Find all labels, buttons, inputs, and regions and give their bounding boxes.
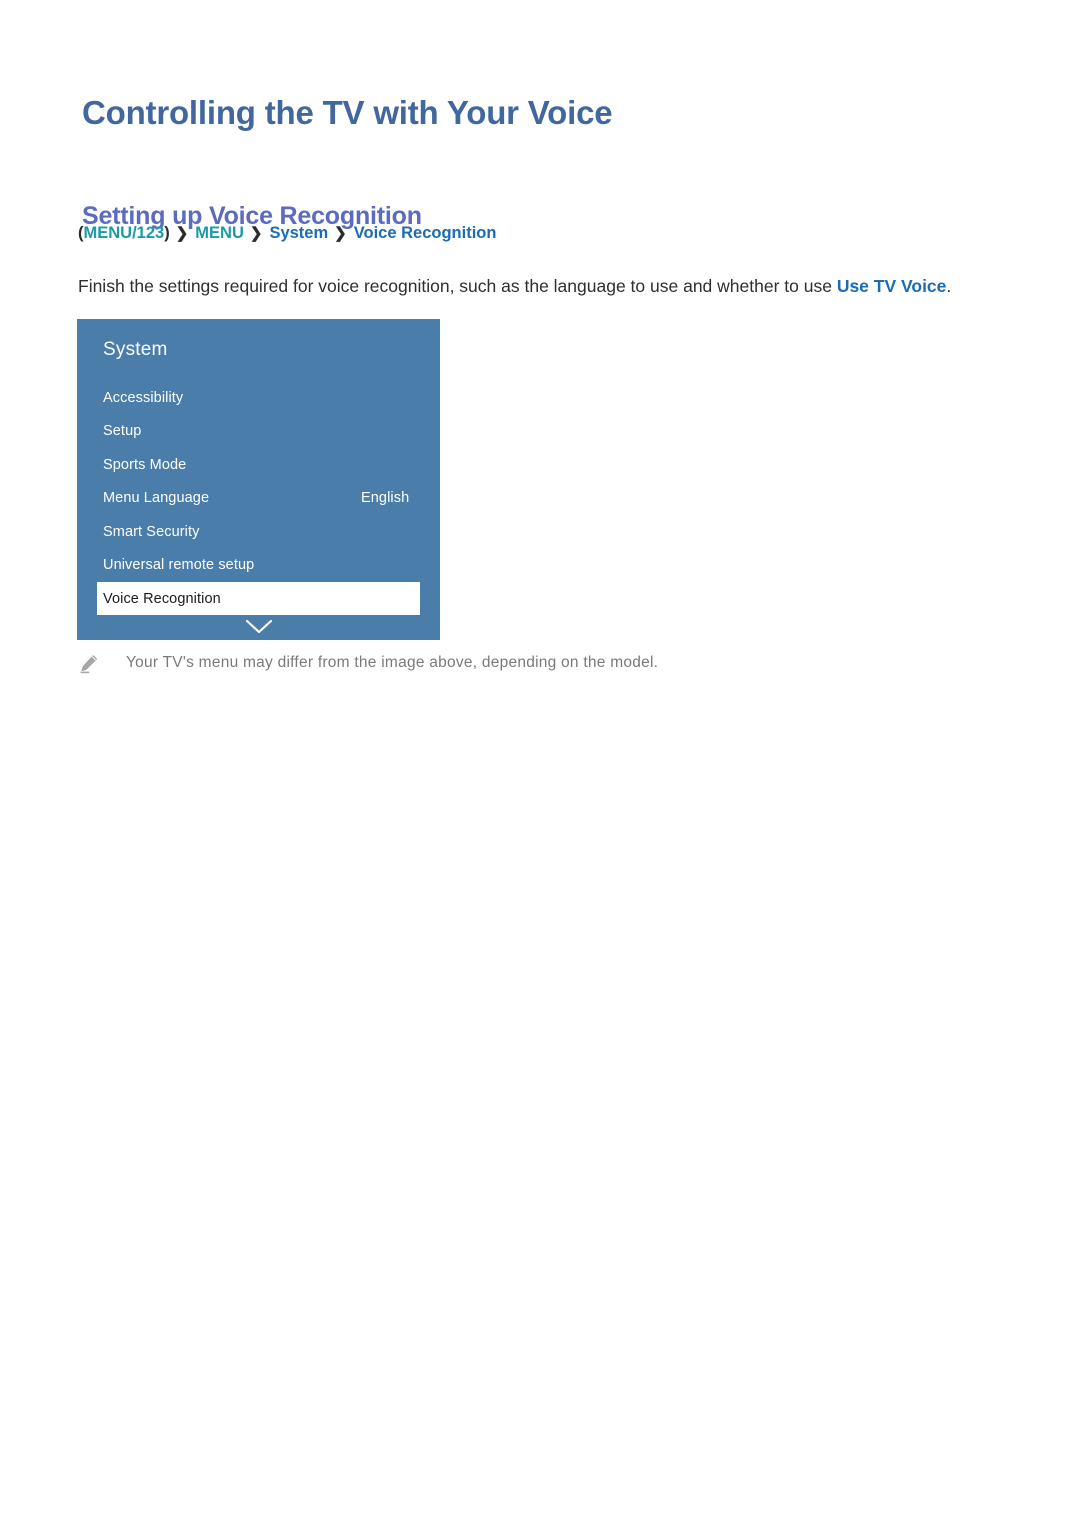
tv-menu-item-label: Sports Mode [103,456,187,473]
chevron-right-icon: ❯ [249,225,263,242]
tv-menu-title: System [103,339,168,360]
tv-menu-item-label: Smart Security [103,523,200,540]
tv-menu-list: Accessibility Setup Sports Mode Menu Lan… [77,381,440,615]
document-page: Controlling the TV with Your Voice Setti… [0,0,1080,1527]
paragraph-trailing-text: . [946,275,952,296]
breadcrumb-item-voice-recognition[interactable]: Voice Recognition [354,224,497,242]
tv-menu-item-accessibility[interactable]: Accessibility [77,381,440,415]
chevron-right-icon: ❯ [334,225,347,242]
tv-menu-item-sports-mode[interactable]: Sports Mode [77,448,440,482]
note-text: Your TV's menu may differ from the image… [126,654,659,671]
breadcrumb-item-menu123[interactable]: MENU/123 [84,224,165,242]
body-paragraph: Finish the settings required for voice r… [78,273,1008,300]
note-row: Your TV's menu may differ from the image… [78,652,978,675]
tv-menu-screenshot: System Accessibility Setup Sports Mode M… [77,319,440,640]
tv-menu-item-label: Menu Language [103,490,210,507]
pencil-icon [78,653,100,675]
tv-menu-selection-highlight: Voice Recognition [97,582,420,615]
tv-menu-item-label: Accessibility [103,389,184,406]
paragraph-lead-text: Finish the settings required for voice r… [78,275,837,296]
tv-menu-item-value: English [361,490,410,507]
breadcrumb: (MENU/123) ❯ MENU ❯ System ❯ Voice Recognition [78,222,496,245]
tv-menu-item-smart-security[interactable]: Smart Security [77,515,440,549]
paragraph-highlight-use-tv-voice[interactable]: Use TV Voice [837,276,947,296]
chevron-down-icon [245,618,273,636]
tv-menu-item-label: Voice Recognition [103,590,221,607]
tv-menu-item-universal-remote-setup[interactable]: Universal remote setup [77,549,440,583]
page-title: Controlling the TV with Your Voice [82,94,613,132]
tv-menu-item-setup[interactable]: Setup [77,415,440,449]
breadcrumb-item-menu[interactable]: MENU [195,224,244,242]
tv-menu-scroll-down[interactable] [77,618,440,636]
breadcrumb-item-system[interactable]: System [269,224,328,242]
breadcrumb-close-paren: ) [164,224,170,242]
chevron-right-icon: ❯ [175,225,189,242]
tv-menu-item-label: Universal remote setup [103,557,255,574]
tv-menu-item-menu-language[interactable]: Menu Language English [77,482,440,516]
tv-menu-item-label: Setup [103,423,142,440]
tv-menu-item-voice-recognition-selected[interactable]: Voice Recognition [77,582,440,615]
